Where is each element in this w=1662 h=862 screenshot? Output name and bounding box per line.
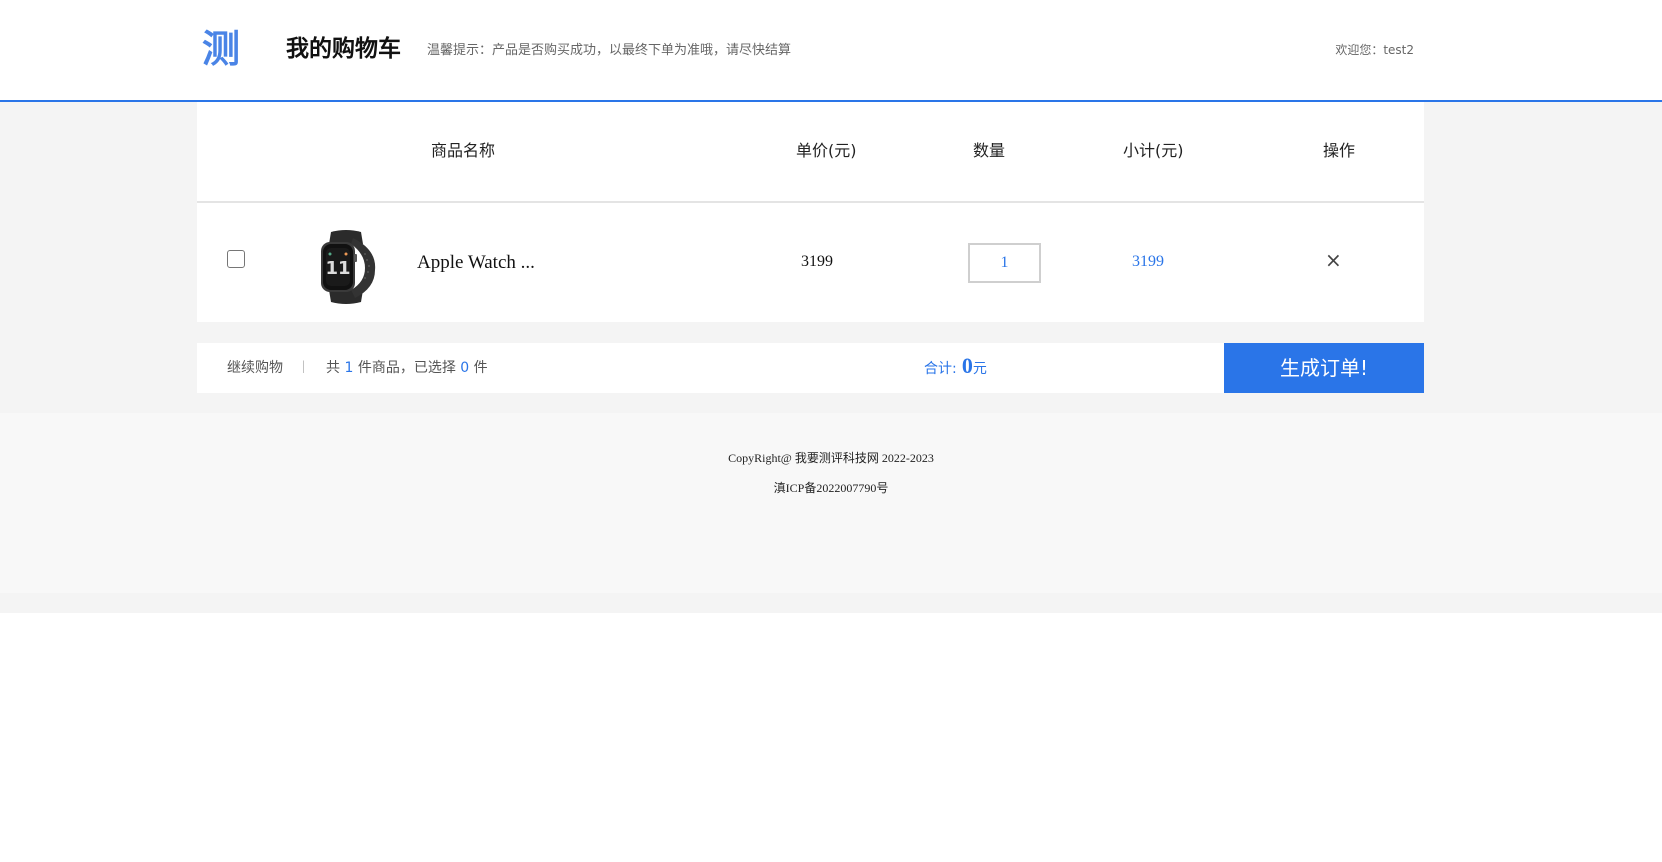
quantity-input[interactable]: 1	[968, 243, 1041, 283]
count-mid: 件商品，已选择	[357, 360, 456, 376]
table-header: 商品名称 单价(元) 数量 小计(元) 操作	[197, 102, 1424, 203]
total-amount: 0	[961, 353, 973, 378]
smartwatch-image[interactable]: 11	[315, 230, 377, 304]
total-item-count: 1	[344, 360, 354, 376]
divider: |	[302, 359, 305, 374]
copyright-text: CopyRight@ 我要测评科技网 2022-2023	[728, 451, 934, 465]
continue-shopping-link[interactable]: 继续购物	[227, 358, 283, 378]
logo[interactable]: 测	[202, 27, 240, 71]
table-row: 11 Apple Watch ... 3199 1 3199 ×	[197, 203, 1424, 322]
column-header-subtotal: 小计(元)	[1123, 141, 1184, 160]
create-order-button[interactable]: 生成订单!	[1224, 343, 1424, 393]
total-label: 合计:	[924, 361, 957, 377]
product-name[interactable]: Apple Watch ...	[417, 251, 535, 275]
svg-text:11: 11	[325, 258, 350, 279]
icp-license-link[interactable]: 滇ICP备2022007790号	[0, 479, 1662, 497]
count-suffix: 件	[473, 360, 488, 376]
select-item-checkbox[interactable]	[227, 250, 245, 268]
remove-item-icon[interactable]: ×	[1325, 248, 1342, 272]
welcome-user: 欢迎您：test2	[1335, 43, 1414, 57]
selected-item-count: 0	[460, 360, 470, 376]
cart-summary-bar: 继续购物 | 共 1 件商品，已选择 0 件 合计: 0元 生成订单!	[197, 343, 1424, 393]
column-header-quantity: 数量	[973, 141, 1006, 160]
header: 测 我的购物车 温馨提示：产品是否购买成功，以最终下单为准哦，请尽快结算 欢迎您…	[0, 0, 1662, 102]
bottom-strip	[0, 593, 1662, 613]
cart-total: 合计: 0元	[924, 353, 987, 379]
page-footer: CopyRight@ 我要测评科技网 2022-2023 滇ICP备202200…	[0, 413, 1662, 593]
column-header-name: 商品名称	[431, 141, 496, 160]
item-count-text: 共 1 件商品，已选择 0 件	[326, 358, 488, 378]
page-title: 我的购物车	[286, 36, 401, 62]
unit-price: 3199	[801, 253, 833, 270]
column-header-action: 操作	[1323, 141, 1356, 160]
cart-table: 商品名称 单价(元) 数量 小计(元) 操作 11 Apple Watch ..…	[197, 102, 1424, 322]
cart-tip: 温馨提示：产品是否购买成功，以最终下单为准哦，请尽快结算	[427, 43, 792, 58]
total-unit: 元	[972, 361, 987, 377]
count-prefix: 共	[326, 360, 340, 376]
item-subtotal: 3199	[1132, 253, 1164, 270]
column-header-price: 单价(元)	[796, 141, 857, 160]
